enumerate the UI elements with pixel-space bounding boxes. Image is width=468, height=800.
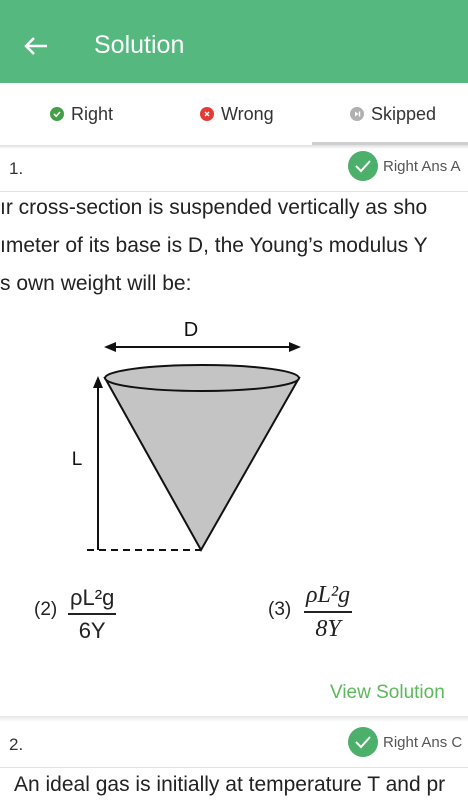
- cone-diagram: D L: [72, 319, 301, 553]
- x-dot-icon: [200, 107, 214, 121]
- tab-right[interactable]: Right: [50, 83, 113, 145]
- question-line: ır cross-section is suspended vertically…: [0, 196, 428, 219]
- filter-tabs: Right Wrong Skipped: [0, 83, 468, 145]
- tab-wrong[interactable]: Wrong: [200, 83, 274, 145]
- option-fraction: ρL²g 6Y: [68, 585, 117, 644]
- skip-dot-icon: [350, 107, 364, 121]
- tab-right-label: Right: [71, 103, 114, 124]
- question-line: An ideal gas is initially at temperature…: [14, 773, 446, 796]
- tab-skipped[interactable]: Skipped: [350, 83, 436, 145]
- question-text: An ideal gas is initially at temperature…: [14, 766, 468, 800]
- diameter-label: D: [184, 319, 198, 341]
- fraction-denominator: 8Y: [315, 615, 341, 642]
- arrow-left-icon: [24, 37, 47, 55]
- fraction-numerator: ρL²g: [70, 585, 115, 610]
- question-number: 2.: [9, 735, 24, 754]
- back-button[interactable]: [18, 28, 54, 64]
- check-circle-icon: [348, 151, 378, 181]
- page-title: Solution: [94, 31, 185, 59]
- option-2[interactable]: (2) ρL²g 6Y: [34, 585, 144, 645]
- question-line: s own weight will be:: [0, 272, 192, 295]
- option-fraction: ρL²g 8Y: [304, 582, 353, 643]
- check-circle-icon: [348, 727, 378, 757]
- cone-body: [103, 377, 301, 553]
- option-label: (3): [268, 599, 292, 620]
- fraction-bar: [304, 611, 353, 613]
- fraction-numerator: ρL²g: [306, 582, 351, 608]
- tab-wrong-label: Wrong: [221, 103, 274, 124]
- length-label: L: [72, 449, 83, 470]
- fraction-denominator: 6Y: [78, 617, 106, 643]
- cone-base: [104, 364, 300, 392]
- option-label: (2): [34, 599, 58, 620]
- question-line: ımeter of its base is D, the Young’s mod…: [0, 234, 428, 257]
- check-dot-icon: [50, 107, 64, 121]
- right-answer-badge: Right Ans A: [383, 158, 461, 175]
- view-solution-link[interactable]: View Solution: [330, 682, 445, 704]
- question-header: 2. Right Ans C: [0, 721, 468, 767]
- question-number: 1.: [9, 159, 24, 178]
- fraction-bar: [68, 613, 117, 615]
- tab-skipped-label: Skipped: [371, 103, 437, 124]
- right-answer-badge: Right Ans C: [383, 734, 463, 751]
- question-header: 1. Right Ans A: [0, 145, 468, 191]
- question-text: ır cross-section is suspended vertically…: [0, 189, 468, 303]
- option-3[interactable]: (3) ρL²g 8Y: [268, 582, 388, 646]
- app-bar: Solution: [0, 0, 468, 83]
